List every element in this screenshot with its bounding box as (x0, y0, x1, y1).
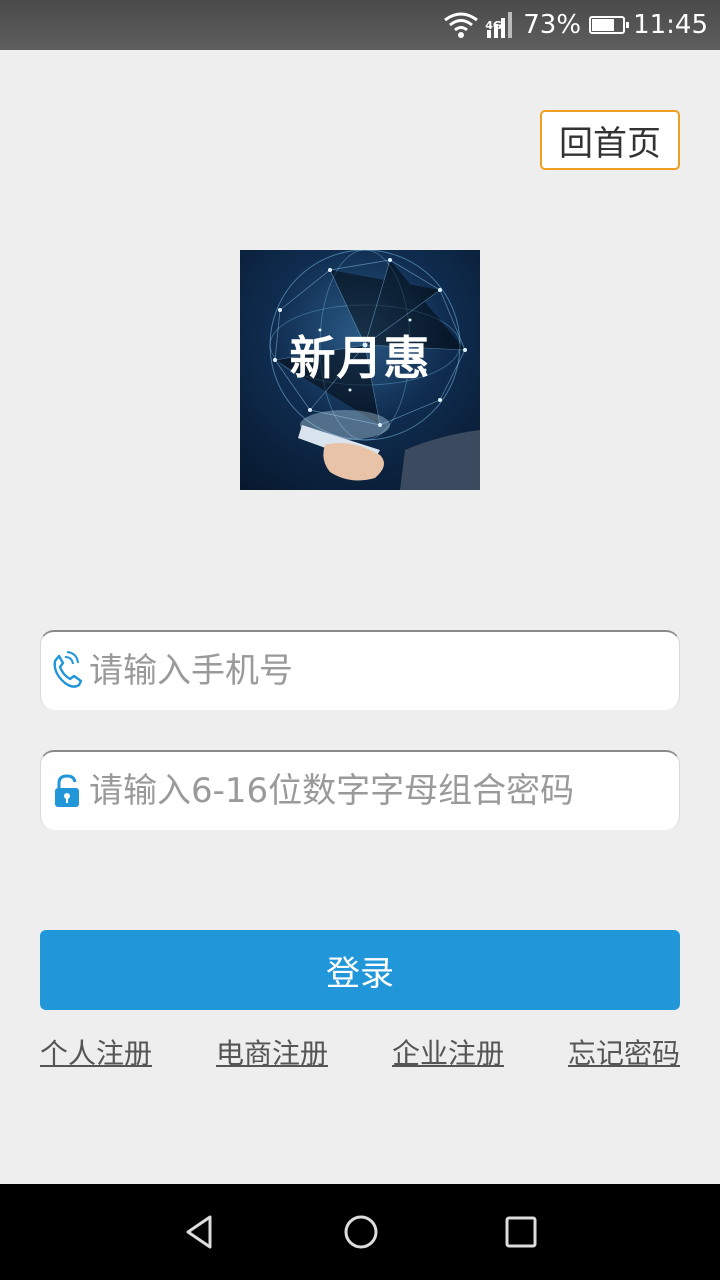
back-icon[interactable] (180, 1212, 220, 1252)
system-nav-bar (0, 1184, 720, 1280)
personal-register-link[interactable]: 个人注册 (40, 1032, 152, 1072)
password-field[interactable] (40, 750, 680, 830)
password-input[interactable] (89, 761, 679, 821)
status-indicators: 4G 73% 11:45 (443, 0, 708, 50)
status-bar: 4G 73% 11:45 (0, 0, 720, 50)
phone-icon (45, 649, 89, 693)
wifi-icon (444, 12, 479, 38)
recents-icon[interactable] (501, 1212, 541, 1252)
cell-signal-icon (487, 12, 513, 38)
signal-group: 4G (443, 10, 515, 40)
lock-icon (45, 769, 89, 813)
forgot-password-link[interactable]: 忘记密码 (568, 1032, 680, 1072)
battery-percent: 73% (523, 10, 582, 40)
login-button[interactable]: 登录 (40, 930, 680, 1010)
enterprise-register-link[interactable]: 企业注册 (392, 1032, 504, 1072)
home-button[interactable]: 回首页 (540, 110, 680, 170)
register-links: 个人注册 电商注册 企业注册 忘记密码 (40, 1030, 680, 1074)
home-nav-icon[interactable] (341, 1212, 381, 1252)
logo-text: 新月惠 (289, 331, 431, 385)
ecommerce-register-link[interactable]: 电商注册 (216, 1032, 328, 1072)
app-logo: 新月惠 (240, 250, 480, 490)
phone-field[interactable] (40, 630, 680, 710)
battery-fill (592, 19, 614, 31)
battery-icon (589, 16, 630, 34)
phone-input[interactable] (89, 641, 679, 701)
clock: 11:45 (633, 10, 708, 40)
